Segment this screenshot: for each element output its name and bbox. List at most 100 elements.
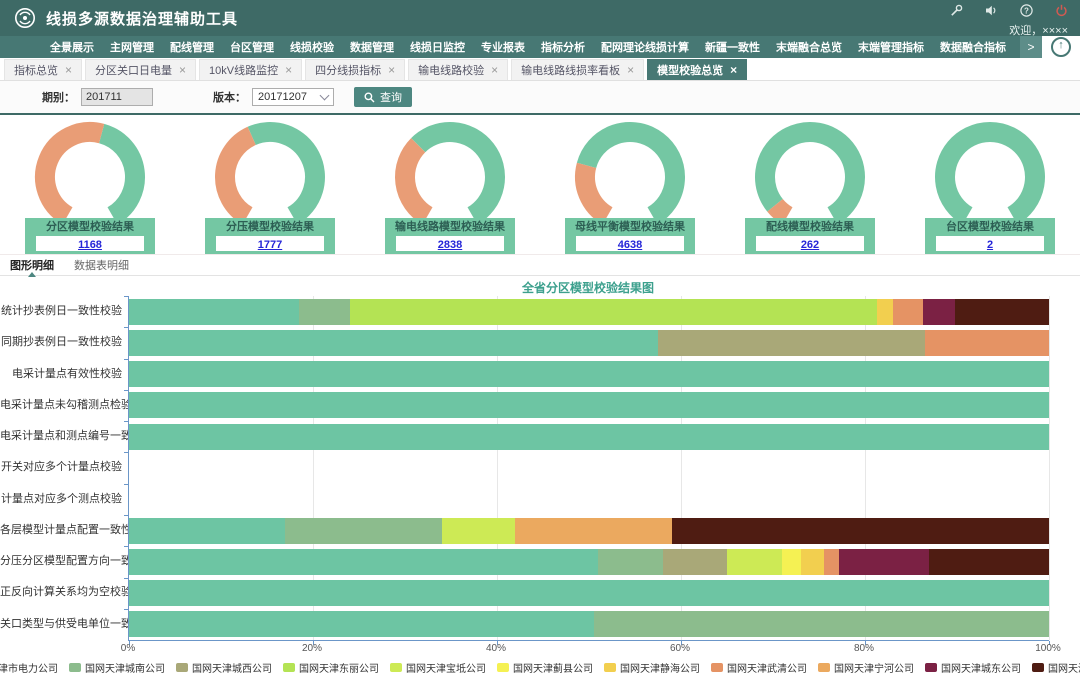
nav-item[interactable]: 线损日监控 [410, 39, 465, 55]
gauge: 分压模型校验结果1777 [180, 115, 360, 254]
close-icon[interactable]: × [730, 64, 737, 76]
filter-bar: 期别： 版本： 20171207 查询 [0, 81, 1080, 115]
nav-item[interactable]: 主网管理 [110, 39, 154, 55]
gauge-value-link[interactable]: 1168 [78, 239, 102, 251]
nav-item[interactable]: 台区管理 [230, 39, 274, 55]
gauge-value-link[interactable]: 2 [987, 239, 993, 251]
nav-item[interactable]: 专业报表 [481, 39, 525, 55]
close-icon[interactable]: × [627, 64, 634, 76]
legend-item[interactable]: 国网天津武清公司 [711, 660, 807, 675]
tab-label: 输电线路校验 [418, 62, 484, 78]
legend-item[interactable]: 国网天津东丽公司 [283, 660, 379, 675]
help-icon[interactable]: ? [1020, 4, 1033, 17]
gauge-value-box: 2838 [396, 236, 504, 251]
nav-item[interactable]: 指标分析 [541, 39, 585, 55]
close-icon[interactable]: × [179, 64, 186, 76]
legend-label: 国网天津城西公司 [192, 660, 272, 675]
bar-row [129, 611, 1049, 637]
tab-item[interactable]: 输电线路校验 × [408, 59, 508, 80]
bar-row [129, 330, 1049, 356]
bar-segment [129, 611, 594, 637]
bar-segment [893, 299, 923, 325]
close-icon[interactable]: × [285, 64, 292, 76]
bar-segment [658, 330, 925, 356]
tab-item[interactable]: 四分线损指标 × [305, 59, 405, 80]
search-button[interactable]: 查询 [354, 87, 412, 107]
gauge-value-link[interactable]: 2838 [438, 239, 462, 251]
close-icon[interactable]: × [491, 64, 498, 76]
tab-item[interactable]: 指标总览 × [4, 59, 82, 80]
x-axis-tick-label: 40% [486, 643, 506, 654]
legend-item[interactable]: 国网天津滨海公司 [1032, 660, 1080, 675]
nav-item[interactable]: 配网理论线损计算 [601, 39, 689, 55]
bar-segment [925, 330, 1049, 356]
detail-tab[interactable]: 图形明细 [10, 257, 54, 273]
nav-item[interactable]: 末端融合总览 [776, 39, 842, 55]
bar-segment [129, 518, 285, 544]
bar-segment [955, 299, 1049, 325]
power-icon[interactable] [1055, 4, 1068, 17]
close-icon[interactable]: × [388, 64, 395, 76]
close-icon[interactable]: × [65, 64, 72, 76]
scroll-top-icon[interactable]: ↑ [1051, 37, 1071, 57]
y-axis-tick [124, 609, 128, 610]
nav-item[interactable]: 末端管理指标 [858, 39, 924, 55]
tab-item[interactable]: 分区关口日电量 × [85, 59, 196, 80]
bar-segment [442, 518, 516, 544]
legend-item[interactable]: 国网天津市电力公司 [0, 660, 58, 675]
y-axis-tick [124, 296, 128, 297]
gauge-value-link[interactable]: 262 [801, 239, 819, 251]
legend-item[interactable]: 国网天津城南公司 [69, 660, 165, 675]
y-axis-tick [124, 484, 128, 485]
nav-corner: ↑ [1042, 36, 1080, 58]
period-input[interactable] [81, 88, 153, 106]
legend-swatch [176, 663, 188, 672]
legend-swatch [604, 663, 616, 672]
y-axis-tick [124, 546, 128, 547]
tab-item[interactable]: 10kV线路监控 × [199, 59, 302, 80]
legend-item[interactable]: 国网天津宁河公司 [818, 660, 914, 675]
bar-segment [515, 518, 671, 544]
tab-label: 10kV线路监控 [209, 62, 278, 78]
nav-item[interactable]: 线损校验 [290, 39, 334, 55]
nav-item[interactable]: 全景展示 [50, 39, 94, 55]
legend-item[interactable]: 国网天津城西公司 [176, 660, 272, 675]
version-select[interactable]: 20171207 [252, 88, 334, 106]
wrench-icon[interactable] [950, 4, 963, 17]
tab-label: 分区关口日电量 [95, 62, 172, 78]
nav-item[interactable]: 数据融合指标 [940, 39, 1006, 55]
tab-item[interactable]: 模型校验总览× [647, 59, 747, 80]
legend-swatch [497, 663, 509, 672]
nav-item[interactable]: 配线管理 [170, 39, 214, 55]
bar-row [129, 392, 1049, 418]
speaker-icon[interactable] [985, 4, 998, 17]
y-axis-label: 关口类型与供受电单位一致性校验 [0, 609, 122, 640]
nav-item[interactable]: 新疆一致性 [705, 39, 760, 55]
gauge-title: 母线平衡模型校验结果 [568, 220, 692, 234]
legend-item[interactable]: 国网天津蓟县公司 [497, 660, 593, 675]
top-header: 线损多源数据治理辅助工具 ? 欢迎，×××× [0, 0, 1080, 36]
legend-item[interactable]: 国网天津宝坻公司 [390, 660, 486, 675]
legend-label: 国网天津城南公司 [85, 660, 165, 675]
nav-overflow-button[interactable]: > [1020, 36, 1042, 58]
gauge-label-plate: 台区模型校验结果2 [925, 218, 1055, 254]
legend-item[interactable]: 国网天津静海公司 [604, 660, 700, 675]
tab-label: 指标总览 [14, 62, 58, 78]
tab-item[interactable]: 输电线路线损率看板× [511, 59, 644, 80]
tab-label: 四分线损指标 [315, 62, 381, 78]
nav-item[interactable]: 数据管理 [350, 39, 394, 55]
detail-tab[interactable]: 数据表明细 [74, 257, 129, 273]
bar-row [129, 424, 1049, 450]
gauge-value-link[interactable]: 4638 [618, 239, 642, 251]
gauge: 输电线路模型校验结果2838 [360, 115, 540, 254]
legend-item[interactable]: 国网天津城东公司 [925, 660, 1021, 675]
period-label: 期别： [42, 89, 75, 105]
gauge-row: 分区模型校验结果1168分压模型校验结果1777输电线路模型校验结果2838母线… [0, 115, 1080, 254]
header-right: ? 欢迎，×××× [950, 4, 1068, 38]
chart-title: 全省分区模型校验结果图 [128, 276, 1048, 294]
y-axis-label: 分压分区模型配置方向一致性校验 [0, 546, 122, 577]
gauge-value-link[interactable]: 1777 [258, 239, 282, 251]
detail-tabs: 图形明细 数据表明细 [0, 254, 1080, 276]
x-axis-tick-label: 100% [1035, 643, 1061, 654]
legend-swatch [283, 663, 295, 672]
